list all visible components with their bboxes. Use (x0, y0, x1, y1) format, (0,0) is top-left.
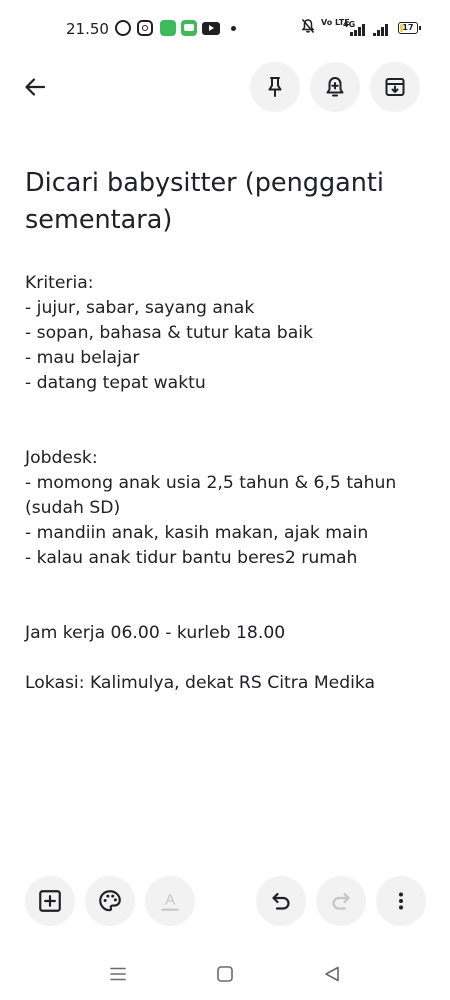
menu-icon (110, 967, 126, 981)
palette-icon (99, 890, 121, 912)
archive-button[interactable] (370, 62, 420, 112)
note-line: - mandiin anak, kasih makan, ajak main (25, 523, 369, 543)
more-notifications-dot (231, 26, 236, 31)
archive-icon (385, 78, 405, 96)
mute-icon (301, 19, 315, 33)
arrow-back-icon (25, 78, 46, 96)
status-bar: 21.50 Vo LTE 4G 17 (0, 0, 450, 58)
note-blank-line (25, 596, 435, 621)
note-title-line: sementara) (25, 205, 173, 235)
nav-back-button[interactable] (320, 962, 344, 986)
redo-icon (332, 892, 350, 910)
note-line: Lokasi: Kalimulya, dekat RS Citra Medika (25, 673, 376, 693)
back-triangle-icon (325, 966, 339, 982)
note-line: - jujur, sabar, sayang anak (25, 298, 255, 318)
battery-level: 17 (402, 23, 414, 32)
note-line: Jam kerja 06.00 - kurleb 18.00 (25, 623, 286, 643)
note-blank-line (25, 646, 435, 671)
nav-home-button[interactable] (213, 962, 237, 986)
signal-icon (373, 24, 390, 36)
note-title[interactable]: Dicari babysitter (pengganti sementara) (25, 165, 425, 239)
note-blank-line (25, 571, 435, 596)
text-format-button[interactable]: A (145, 876, 195, 926)
redo-button[interactable] (316, 876, 366, 926)
green-app-icon (160, 20, 176, 36)
note-line: - datang tepat waktu (25, 373, 206, 393)
note-line: (sudah SD) (25, 498, 121, 518)
youtube-icon (202, 22, 220, 35)
green-chat-icon (181, 20, 197, 36)
pin-button[interactable] (250, 62, 300, 112)
note-blank-line (25, 396, 435, 421)
more-vert-icon (399, 892, 403, 910)
text-format-glyph: A (165, 891, 176, 908)
pin-icon (268, 77, 282, 97)
home-square-icon (217, 966, 233, 982)
text-format-icon: A (161, 891, 179, 911)
note-line: - mau belajar (25, 348, 140, 368)
instagram-icon (137, 20, 153, 36)
reminder-button[interactable] (310, 62, 360, 112)
note-line: - kalau anak tidur bantu beres2 rumah (25, 548, 358, 568)
nav-recents-button[interactable] (106, 962, 130, 986)
add-button[interactable] (25, 876, 75, 926)
note-title-line: Dicari babysitter (pengganti (25, 168, 385, 198)
keep-note-editor: 21.50 Vo LTE 4G 17 Dicari babysitter (pe… (0, 0, 450, 1000)
whatsapp-icon (115, 20, 131, 36)
note-body[interactable]: Kriteria: - jujur, sabar, sayang anak - so… (25, 271, 435, 696)
undo-icon (272, 892, 290, 910)
reminder-bell-icon (326, 77, 344, 97)
back-button[interactable] (14, 66, 56, 108)
note-line: - momong anak usia 2,5 tahun & 6,5 tahun (25, 473, 397, 493)
more-options-button[interactable] (376, 876, 426, 926)
note-line: Kriteria: (25, 273, 94, 293)
undo-button[interactable] (256, 876, 306, 926)
battery-icon: 17 (398, 22, 421, 34)
color-palette-button[interactable] (85, 876, 135, 926)
add-box-icon (39, 890, 61, 912)
note-line: - sopan, bahasa & tutur kata baik (25, 323, 313, 343)
signal-4g-bars (350, 24, 367, 36)
note-line: Jobdesk: (25, 448, 98, 468)
status-time: 21.50 (66, 20, 109, 38)
note-blank-line (25, 421, 435, 446)
